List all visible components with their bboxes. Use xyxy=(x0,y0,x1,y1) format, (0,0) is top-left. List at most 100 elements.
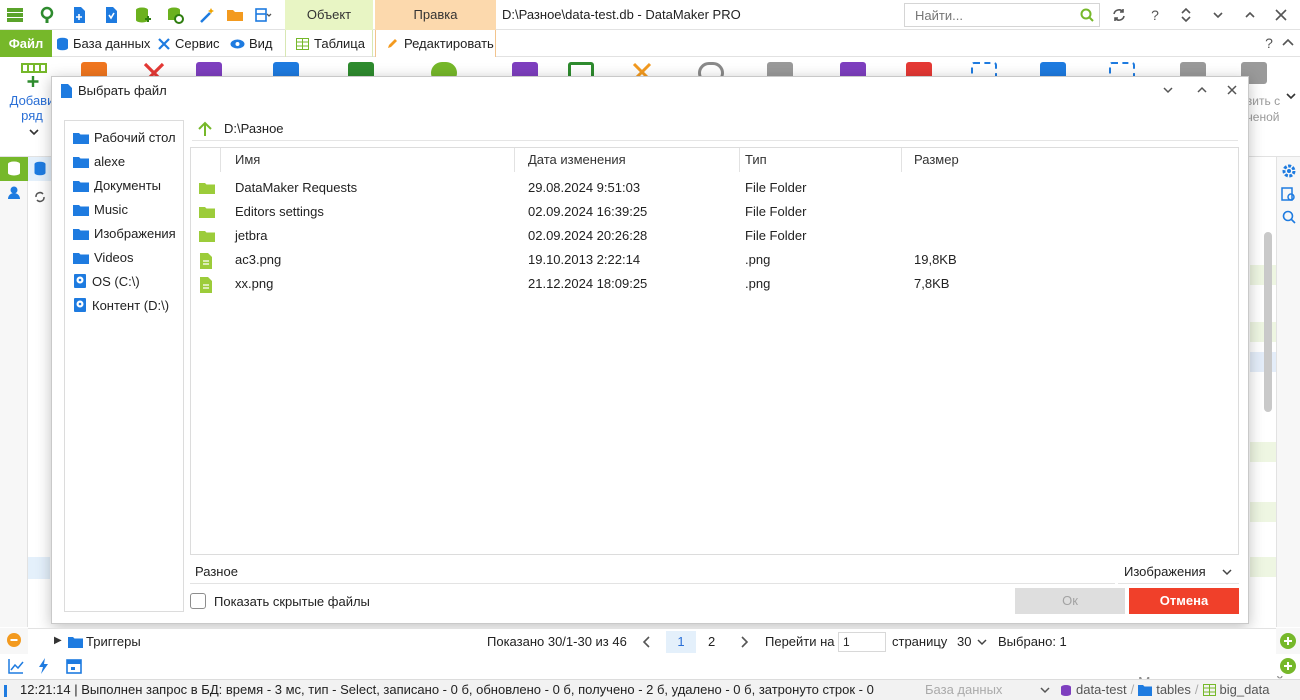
file-row[interactable]: Editors settings 02.09.2024 16:39:25 File … xyxy=(191,200,1238,224)
table-row[interactable] xyxy=(1250,442,1276,462)
connect-icon[interactable] xyxy=(38,6,56,24)
dialog-file-icon xyxy=(60,84,72,98)
help-icon[interactable]: ? xyxy=(1145,5,1165,25)
filename-field[interactable] xyxy=(190,560,1115,584)
database-settings-icon[interactable] xyxy=(166,6,184,24)
remove-icon[interactable] xyxy=(7,633,21,647)
cancel-button[interactable]: Отмена xyxy=(1129,588,1239,614)
col-size-header[interactable]: Размер xyxy=(908,148,1108,172)
col-type-header[interactable]: Тип xyxy=(739,148,902,172)
context-tab-object[interactable]: Объект xyxy=(285,0,373,30)
triggers-node[interactable]: Триггеры xyxy=(86,629,141,655)
right-panel-strip xyxy=(1276,157,1300,647)
dialog-close-icon[interactable] xyxy=(1222,80,1242,100)
place-item[interactable]: alexe xyxy=(73,151,125,171)
maximize-icon[interactable] xyxy=(1240,5,1260,25)
crumb-database[interactable]: data-test xyxy=(1076,680,1127,700)
col-modified-header[interactable]: Дата изменения xyxy=(522,148,740,172)
tab-table[interactable]: Таблица xyxy=(285,30,373,57)
file-row[interactable]: ac3.png 19.10.2013 2:22:14 .png 19,8KB xyxy=(191,248,1238,272)
lightning-icon[interactable] xyxy=(37,658,51,674)
page-1-button[interactable]: 1 xyxy=(666,631,696,653)
table-row[interactable] xyxy=(1250,502,1276,522)
search-icon[interactable] xyxy=(1080,8,1094,22)
add-row-dropdown-icon[interactable] xyxy=(28,127,40,137)
place-item[interactable]: Документы xyxy=(73,175,161,195)
table-row[interactable] xyxy=(1250,557,1276,577)
table-row[interactable] xyxy=(1250,322,1276,342)
file-size: 7,8KB xyxy=(914,276,950,291)
ribbon-scroll-icon[interactable] xyxy=(1285,91,1297,101)
tab-service[interactable]: Сервис xyxy=(157,30,220,57)
place-item[interactable]: Рабочий стол xyxy=(73,127,176,147)
crumb-tables[interactable]: tables xyxy=(1156,680,1191,700)
db-panel-icon[interactable] xyxy=(0,157,28,181)
table-row[interactable] xyxy=(1250,352,1276,372)
page-2-button[interactable]: 2 xyxy=(708,629,715,655)
place-item[interactable]: Контент (D:\) xyxy=(73,295,169,315)
search-doc-icon[interactable] xyxy=(1281,209,1297,225)
file-type-select[interactable]: Изображения xyxy=(1118,560,1239,584)
magic-wand-icon[interactable] xyxy=(198,6,216,24)
add-row-icon[interactable] xyxy=(20,61,48,89)
settings-gear-icon[interactable] xyxy=(1281,163,1297,179)
next-page-icon[interactable] xyxy=(739,629,749,655)
add-database-icon[interactable] xyxy=(134,6,152,24)
minimize-icon[interactable] xyxy=(1208,5,1228,25)
add-row-round-icon[interactable] xyxy=(1280,633,1296,649)
add-bottom-icon[interactable] xyxy=(1280,658,1296,674)
show-hidden-checkbox[interactable] xyxy=(190,593,206,609)
crumb-tables-folder-icon xyxy=(1138,684,1153,696)
goto-page-input[interactable]: 1 xyxy=(838,632,886,652)
filename-input[interactable] xyxy=(190,560,1115,582)
status-text: 12:21:14 | Выполнен запрос в БД: время -… xyxy=(20,682,874,697)
search-box[interactable] xyxy=(904,3,1100,27)
search-input[interactable] xyxy=(905,4,1070,26)
context-tab-edit[interactable]: Правка xyxy=(375,0,496,30)
database-select[interactable]: База данных xyxy=(925,680,1055,700)
prev-page-icon[interactable] xyxy=(642,629,652,655)
place-item[interactable]: OS (C:\) xyxy=(73,271,140,291)
layout-icon[interactable] xyxy=(254,6,272,24)
show-hidden-toggle[interactable]: Показать скрытые файлы xyxy=(190,593,370,609)
file-row[interactable]: DataMaker Requests 29.08.2024 9:51:03 File… xyxy=(191,176,1238,200)
tree-db-icon[interactable] xyxy=(28,157,52,181)
tab-database[interactable]: База данных xyxy=(56,30,150,57)
file-row[interactable]: xx.png 21.12.2024 18:09:25 .png 7,8KB xyxy=(191,272,1238,296)
user-db-icon[interactable] xyxy=(7,185,21,199)
tab-edit[interactable]: Редактировать xyxy=(375,30,496,57)
place-item[interactable]: Videos xyxy=(73,247,134,267)
per-page-select[interactable]: 30 xyxy=(957,629,971,655)
sync-icon[interactable] xyxy=(33,190,47,204)
dialog-minimize-icon[interactable] xyxy=(1158,80,1178,100)
zoom-doc-icon[interactable] xyxy=(1281,187,1297,203)
expand-collapse-icon[interactable] xyxy=(1176,5,1196,25)
refresh-icon[interactable] xyxy=(1109,5,1129,25)
open-folder-icon[interactable] xyxy=(226,6,244,24)
new-file-icon[interactable] xyxy=(70,6,88,24)
tab-view[interactable]: Вид xyxy=(230,30,273,57)
place-item[interactable]: Music xyxy=(73,199,128,219)
ribbon-collapse-icon[interactable] xyxy=(1280,33,1296,53)
close-icon[interactable] xyxy=(1271,5,1291,25)
expand-arrow-icon[interactable]: ▶ xyxy=(54,628,62,654)
dialog-maximize-icon[interactable] xyxy=(1192,80,1212,100)
app-menu-icon[interactable] xyxy=(6,6,24,24)
table-scrollbar[interactable] xyxy=(1264,232,1272,412)
up-arrow-icon[interactable] xyxy=(196,120,214,138)
tab-file[interactable]: Файл xyxy=(0,30,52,57)
chart-icon[interactable] xyxy=(8,658,24,674)
calendar-icon[interactable] xyxy=(66,658,82,674)
save-file-icon[interactable] xyxy=(102,6,120,24)
ribbon-help-icon[interactable]: ? xyxy=(1259,33,1279,53)
file-row[interactable]: jetbra 02.09.2024 20:26:28 File Folder xyxy=(191,224,1238,248)
current-path[interactable]: D:\Разное xyxy=(224,121,284,136)
ok-button[interactable]: Ок xyxy=(1015,588,1125,614)
tree-selected-row[interactable] xyxy=(28,557,50,579)
place-item[interactable]: Изображения xyxy=(73,223,176,243)
table-row[interactable] xyxy=(1250,265,1276,285)
file-icon xyxy=(199,277,213,293)
crumb-table[interactable]: big_data xyxy=(1220,680,1270,700)
per-page-chevron-icon[interactable] xyxy=(976,637,988,647)
col-name-header[interactable]: Имя xyxy=(229,148,515,172)
